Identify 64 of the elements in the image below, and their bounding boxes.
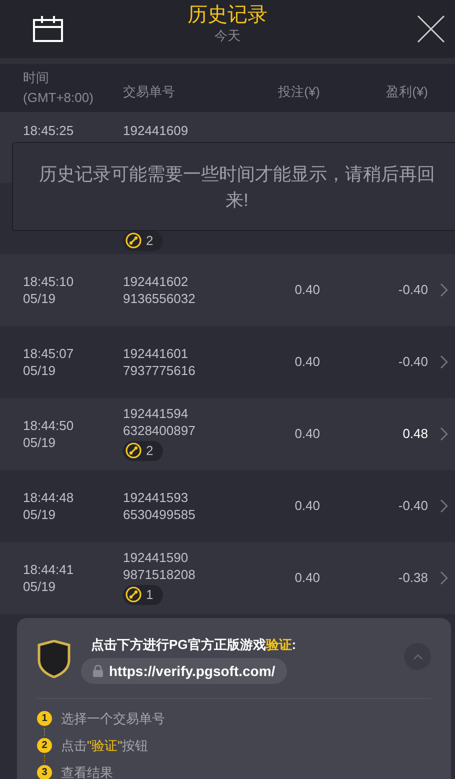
profit-amount: -0.40	[398, 354, 428, 370]
url-link[interactable]: https://verify.pgsoft.com/	[81, 658, 288, 684]
order-number: 192441593	[123, 489, 190, 506]
step-number: 1	[37, 711, 52, 726]
chevron-up-icon	[412, 654, 422, 660]
chevron-right-icon[interactable]	[440, 283, 448, 297]
order-number: 6328400897	[123, 422, 196, 439]
column-header: 交易单号	[123, 84, 175, 100]
date-text: 05/19	[23, 362, 57, 379]
bet-amount: 0.40	[294, 426, 320, 442]
chevron-right-icon[interactable]	[440, 427, 448, 441]
order-number: 192441590	[123, 548, 190, 566]
bet-amount: 0.40	[294, 498, 320, 514]
chevron-right-icon[interactable]	[440, 499, 448, 513]
date-text: 05/19	[23, 506, 57, 523]
chevron-right-icon[interactable]	[440, 571, 448, 585]
profit-amount: -0.38	[398, 570, 428, 586]
order-number: 7937775616	[123, 362, 196, 379]
calendar-icon[interactable]	[33, 16, 63, 42]
order-number: 192441601	[123, 345, 190, 362]
step-number: 2	[37, 738, 52, 753]
close-icon[interactable]	[417, 15, 445, 43]
profit-amount: -0.40	[398, 498, 428, 514]
column-header: 盈利(¥)	[386, 84, 428, 100]
shield-logo	[37, 640, 71, 678]
free-spin-badge: 2	[123, 440, 164, 461]
date-label: 今天	[214, 28, 240, 44]
column-header: 时间	[23, 69, 50, 87]
step-text: 选择一个交易单号	[61, 710, 165, 728]
date-text: 05/19	[23, 290, 57, 307]
date-text: 05/19	[23, 434, 57, 451]
column-header: (GMT+8:00)	[23, 89, 94, 107]
profit-amount: -0.40	[398, 282, 428, 298]
time-text: 18:44:41	[23, 561, 75, 578]
order-number: 192441609	[123, 122, 190, 139]
order-number: 192441594	[123, 404, 190, 422]
time-text: 18:44:50	[23, 417, 75, 434]
date-text: 05/19	[23, 578, 57, 595]
lock-icon	[93, 665, 103, 677]
notice-message: 历史记录可能需要一些时间才能显示，请稍后再回来!	[12, 142, 455, 231]
step-text: 点击"验证"按钮	[61, 736, 148, 755]
order-number: 6530499585	[123, 506, 196, 523]
bet-amount: 0.40	[294, 570, 320, 586]
time-text: 18:45:25	[23, 122, 75, 139]
time-text: 18:45:07	[23, 345, 75, 362]
profit-amount: 0.48	[402, 426, 428, 442]
chevron-right-icon[interactable]	[440, 355, 448, 369]
bet-amount: 0.40	[294, 354, 320, 370]
page-title: 历史记录	[188, 3, 268, 28]
time-text: 18:45:10	[23, 273, 75, 290]
step-text: 查看结果	[61, 764, 113, 779]
spin-icon	[125, 232, 142, 249]
free-spin-badge: 1	[123, 584, 164, 605]
order-number: 9871518208	[123, 566, 196, 583]
order-number: 9136556032	[123, 290, 196, 307]
bet-amount: 0.40	[294, 282, 320, 298]
spin-icon	[125, 442, 142, 460]
time-text: 18:44:48	[23, 489, 75, 506]
step-number: 3	[37, 765, 52, 779]
spin-icon	[125, 586, 142, 604]
order-number: 192441602	[123, 273, 190, 290]
verify-title: 点击下方进行PG官方正版游戏验证:	[91, 636, 296, 654]
free-spin-badge: 2	[123, 230, 164, 250]
column-header: 投注(¥)	[278, 84, 320, 100]
